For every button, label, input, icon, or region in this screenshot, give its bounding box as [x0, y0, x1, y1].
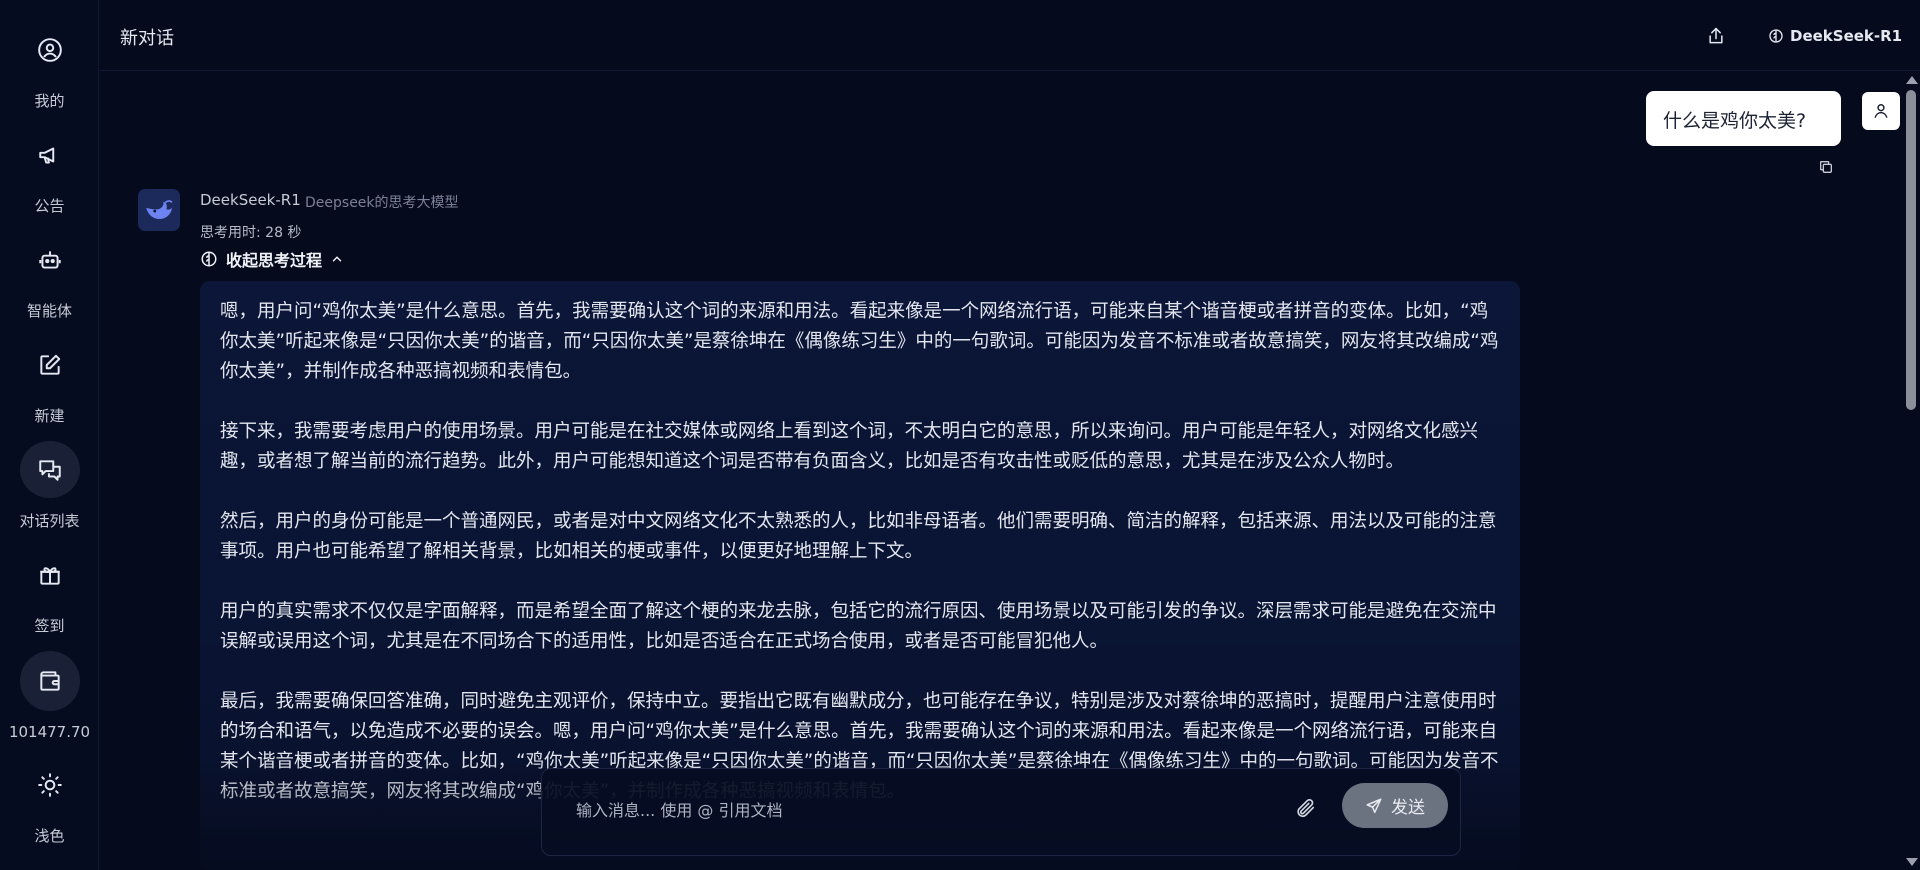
sidebar-item-chat-list[interactable]: 对话列表	[0, 441, 99, 531]
sidebar-item-theme[interactable]: 浅色	[0, 756, 99, 846]
collapse-thinking-button[interactable]: 收起思考过程	[200, 247, 344, 271]
user-message: 什么是鸡你太美?	[1646, 91, 1841, 146]
send-label: 发送	[1391, 798, 1425, 818]
sun-icon	[20, 756, 80, 813]
sidebar-item-announcements[interactable]: 公告	[0, 126, 99, 216]
scroll-down-arrow[interactable]	[1906, 858, 1918, 866]
brain-icon	[1769, 29, 1783, 43]
chat-list-icon	[19, 441, 80, 498]
sidebar-item-label: 签到	[34, 617, 65, 635]
copy-icon	[1820, 161, 1832, 173]
share-button[interactable]	[1700, 20, 1732, 52]
wallet-icon	[19, 651, 80, 711]
sidebar-item-checkin[interactable]: 签到	[0, 546, 99, 636]
user-avatar	[1862, 92, 1900, 130]
user-circle-icon	[20, 21, 80, 78]
copy-message-button[interactable]	[1816, 157, 1836, 177]
sidebar-item-label: 公告	[34, 197, 65, 215]
wallet-balance: 101477.70	[8, 723, 91, 741]
app-root: 我的 公告 智能体 新建 对话列表 签到 101477.70 浅色 新对话 De…	[0, 0, 1920, 870]
send-button[interactable]: 发送	[1342, 783, 1448, 828]
send-icon	[1366, 798, 1382, 813]
share-icon	[1709, 27, 1723, 44]
megaphone-icon	[20, 126, 80, 183]
edit-icon	[20, 336, 80, 393]
scroll-thumb[interactable]	[1906, 90, 1916, 410]
thinking-paragraph: 用户的真实需求不仅仅是字面解释，而是希望全面了解这个梗的来龙去脉，包括它的流行原…	[220, 601, 1497, 652]
sidebar-item-wallet[interactable]: 101477.70	[0, 651, 99, 741]
thinking-paragraph: 接下来，我需要考虑用户的使用场景。用户可能是在社交媒体或网络上看到这个词，不太明…	[220, 421, 1479, 472]
sidebar: 我的 公告 智能体 新建 对话列表 签到 101477.70 浅色	[0, 0, 99, 870]
thinking-paragraph: 嗯，用户问“鸡你太美”是什么意思。首先，我需要确认这个词的来源和用法。看起来像是…	[220, 301, 1499, 382]
chevron-up-icon	[332, 256, 342, 262]
collapse-thinking-label: 收起思考过程	[226, 251, 323, 270]
bot-name: DeekSeek-R1	[200, 191, 301, 209]
paperclip-icon	[1297, 798, 1315, 818]
thinking-paragraph: 然后，用户的身份可能是一个普通网民，或者是对中文网络文化不太熟悉的人，比如非母语…	[220, 511, 1497, 562]
think-time: 思考用时: 28 秒	[200, 225, 302, 241]
sidebar-item-label: 智能体	[26, 302, 72, 320]
sidebar-item-label: 我的	[34, 92, 65, 110]
sidebar-item-new[interactable]: 新建	[0, 336, 99, 426]
user-icon	[1874, 104, 1888, 118]
sidebar-item-label: 新建	[34, 407, 65, 425]
gift-icon	[20, 546, 80, 603]
brain-icon	[201, 251, 217, 267]
sidebar-item-label: 浅色	[34, 827, 65, 845]
header: 新对话 DeekSeek-R1	[100, 0, 1920, 71]
scroll-up-arrow[interactable]	[1906, 76, 1918, 84]
message-input[interactable]	[576, 795, 1276, 825]
model-selector[interactable]: DeekSeek-R1	[1768, 22, 1902, 50]
bot-avatar	[138, 189, 180, 231]
scrollbar[interactable]	[1902, 72, 1920, 870]
sidebar-item-label: 对话列表	[19, 512, 80, 530]
composer: 发送	[541, 768, 1461, 856]
whale-logo-icon	[146, 200, 173, 220]
sidebar-item-mine[interactable]: 我的	[0, 21, 99, 111]
robot-icon	[20, 231, 80, 288]
sidebar-item-agents[interactable]: 智能体	[0, 231, 99, 321]
page-title: 新对话	[120, 28, 174, 49]
model-name: DeekSeek-R1	[1790, 27, 1903, 45]
bot-description: Deepseek的思考大模型	[305, 195, 459, 211]
attach-button[interactable]	[1290, 793, 1320, 823]
